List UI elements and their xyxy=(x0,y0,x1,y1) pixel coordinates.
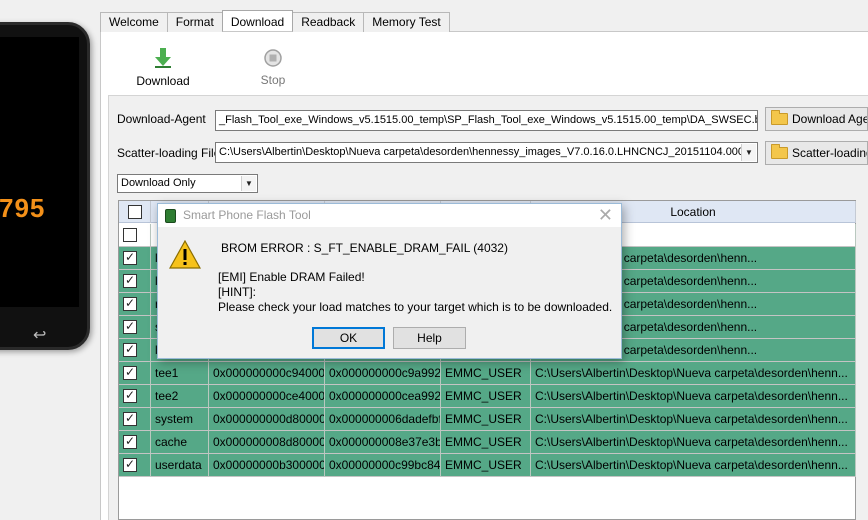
table-row[interactable]: ✓ userdata 0x00000000b3000000 0x00000000c99… xyxy=(119,454,856,477)
close-icon[interactable]: ✕ xyxy=(598,205,613,226)
scatter-file-value: C:\Users\Albertin\Desktop\Nueva carpeta\… xyxy=(219,146,751,158)
row-checkbox[interactable]: ✓ xyxy=(123,320,137,334)
location-cell: C:\Users\Albertin\Desktop\Nueva carpeta\… xyxy=(531,385,856,408)
phone-back-key-icon: ↩ xyxy=(33,327,47,344)
download-button[interactable]: Download xyxy=(136,47,190,88)
checkbox-cell[interactable] xyxy=(119,224,151,247)
hint-label: [HINT]: xyxy=(218,285,256,299)
download-button-label: Download xyxy=(136,74,190,88)
download-mode-value: Download Only xyxy=(121,177,196,189)
partition-name-cell: system xyxy=(151,408,209,431)
tab-format[interactable]: Format xyxy=(166,12,223,32)
row-checkbox[interactable]: ✓ xyxy=(123,389,137,403)
partition-name-cell: tee1 xyxy=(151,362,209,385)
select-all-header[interactable] xyxy=(119,201,151,223)
tab-memory-test[interactable]: Memory Test xyxy=(363,12,450,32)
tab-welcome[interactable]: Welcome xyxy=(100,12,168,32)
download-agent-button-label: Download Agent xyxy=(792,112,867,126)
checkbox-cell[interactable]: ✓ xyxy=(119,293,151,316)
row-checkbox[interactable]: ✓ xyxy=(123,458,137,472)
location-cell: C:\Users\Albertin\Desktop\Nueva carpeta\… xyxy=(531,431,856,454)
region-cell: EMMC_USER xyxy=(441,385,531,408)
ok-button[interactable]: OK xyxy=(312,327,385,349)
row-checkbox[interactable]: ✓ xyxy=(123,343,137,357)
dialog-titlebar[interactable]: Smart Phone Flash Tool ✕ xyxy=(158,204,621,227)
download-arrow-icon xyxy=(155,48,171,68)
end-address-cell: 0x00000000c99bc843 xyxy=(325,454,441,477)
stop-button-label: Stop xyxy=(260,73,286,87)
region-cell: EMMC_USER xyxy=(441,362,531,385)
tab-readback[interactable]: Readback xyxy=(292,12,365,32)
region-cell: EMMC_USER xyxy=(441,408,531,431)
stop-icon xyxy=(264,49,282,67)
location-cell: C:\Users\Albertin\Desktop\Nueva carpeta\… xyxy=(531,362,856,385)
partition-name-cell: userdata xyxy=(151,454,209,477)
download-mode-select[interactable]: Download Only ▼ xyxy=(117,174,258,193)
select-all-checkbox[interactable] xyxy=(128,205,142,219)
region-cell: EMMC_USER xyxy=(441,431,531,454)
scatter-loading-button-label: Scatter-loading xyxy=(792,146,868,160)
error-code-text: BROM ERROR : S_FT_ENABLE_DRAM_FAIL (4032… xyxy=(221,241,508,255)
scatter-file-label: Scatter-loading File xyxy=(117,146,221,160)
end-address-cell: 0x000000008e37e3b7 xyxy=(325,431,441,454)
error-dialog: Smart Phone Flash Tool ✕ BROM ERROR : S_… xyxy=(157,203,622,359)
table-row[interactable]: ✓ tee1 0x000000000c940000 0x000000000c9a992… xyxy=(119,362,856,385)
app-icon xyxy=(165,209,176,223)
end-address-cell: 0x000000000c9a992b xyxy=(325,362,441,385)
chevron-down-icon: ▼ xyxy=(741,144,756,161)
begin-address-cell: 0x000000000ce40000 xyxy=(209,385,325,408)
phone-model-digits: 795 xyxy=(0,193,46,223)
download-agent-field[interactable]: _Flash_Tool_exe_Windows_v5.1515.00_temp\… xyxy=(215,110,758,131)
checkbox-cell[interactable]: ✓ xyxy=(119,408,151,431)
checkbox-cell[interactable]: ✓ xyxy=(119,454,151,477)
phone-screen xyxy=(0,37,79,307)
download-agent-label: Download-Agent xyxy=(117,112,206,126)
scatter-loading-button[interactable]: Scatter-loading xyxy=(765,141,868,165)
row-checkbox[interactable]: ✓ xyxy=(123,297,137,311)
chevron-down-icon: ▼ xyxy=(241,176,256,191)
end-address-cell: 0x000000006dadefbf xyxy=(325,408,441,431)
scatter-file-select[interactable]: C:\Users\Albertin\Desktop\Nueva carpeta\… xyxy=(215,142,758,163)
row-checkbox[interactable] xyxy=(123,228,137,242)
help-button[interactable]: Help xyxy=(393,327,466,349)
checkbox-cell[interactable]: ✓ xyxy=(119,431,151,454)
emi-error-text: [EMI] Enable DRAM Failed! xyxy=(218,270,365,284)
folder-icon xyxy=(771,144,788,159)
dialog-title: Smart Phone Flash Tool xyxy=(183,208,311,222)
row-checkbox[interactable]: ✓ xyxy=(123,412,137,426)
location-cell: C:\Users\Albertin\Desktop\Nueva carpeta\… xyxy=(531,454,856,477)
end-address-cell: 0x000000000cea992b xyxy=(325,385,441,408)
partition-name-cell: tee2 xyxy=(151,385,209,408)
row-checkbox[interactable]: ✓ xyxy=(123,366,137,380)
stop-button[interactable]: Stop xyxy=(256,48,290,87)
tab-bar: Welcome Format Download Readback Memory … xyxy=(100,10,450,32)
folder-icon xyxy=(771,110,788,125)
begin-address-cell: 0x000000008d800000 xyxy=(209,431,325,454)
table-row[interactable]: ✓ cache 0x000000008d800000 0x000000008e37e3… xyxy=(119,431,856,454)
row-checkbox[interactable]: ✓ xyxy=(123,274,137,288)
checkbox-cell[interactable]: ✓ xyxy=(119,385,151,408)
row-checkbox[interactable]: ✓ xyxy=(123,435,137,449)
warning-icon xyxy=(169,240,201,269)
table-row[interactable]: ✓ system 0x000000000d800000 0x000000006dade… xyxy=(119,408,856,431)
partition-name-cell: cache xyxy=(151,431,209,454)
checkbox-cell[interactable]: ✓ xyxy=(119,316,151,339)
table-row[interactable]: ✓ tee2 0x000000000ce40000 0x000000000cea992… xyxy=(119,385,856,408)
checkbox-cell[interactable]: ✓ xyxy=(119,362,151,385)
hint-message: Please check your load matches to your t… xyxy=(218,300,613,314)
region-cell: EMMC_USER xyxy=(441,454,531,477)
begin-address-cell: 0x000000000c940000 xyxy=(209,362,325,385)
checkbox-cell[interactable]: ✓ xyxy=(119,339,151,362)
tab-download[interactable]: Download xyxy=(221,10,294,31)
download-agent-button[interactable]: Download Agent xyxy=(765,107,868,131)
row-checkbox[interactable]: ✓ xyxy=(123,251,137,265)
checkbox-cell[interactable]: ✓ xyxy=(119,270,151,293)
phone-image: 795 ○ ↩ xyxy=(0,22,90,350)
checkbox-cell[interactable]: ✓ xyxy=(119,247,151,270)
location-cell: C:\Users\Albertin\Desktop\Nueva carpeta\… xyxy=(531,408,856,431)
begin-address-cell: 0x00000000b3000000 xyxy=(209,454,325,477)
begin-address-cell: 0x000000000d800000 xyxy=(209,408,325,431)
